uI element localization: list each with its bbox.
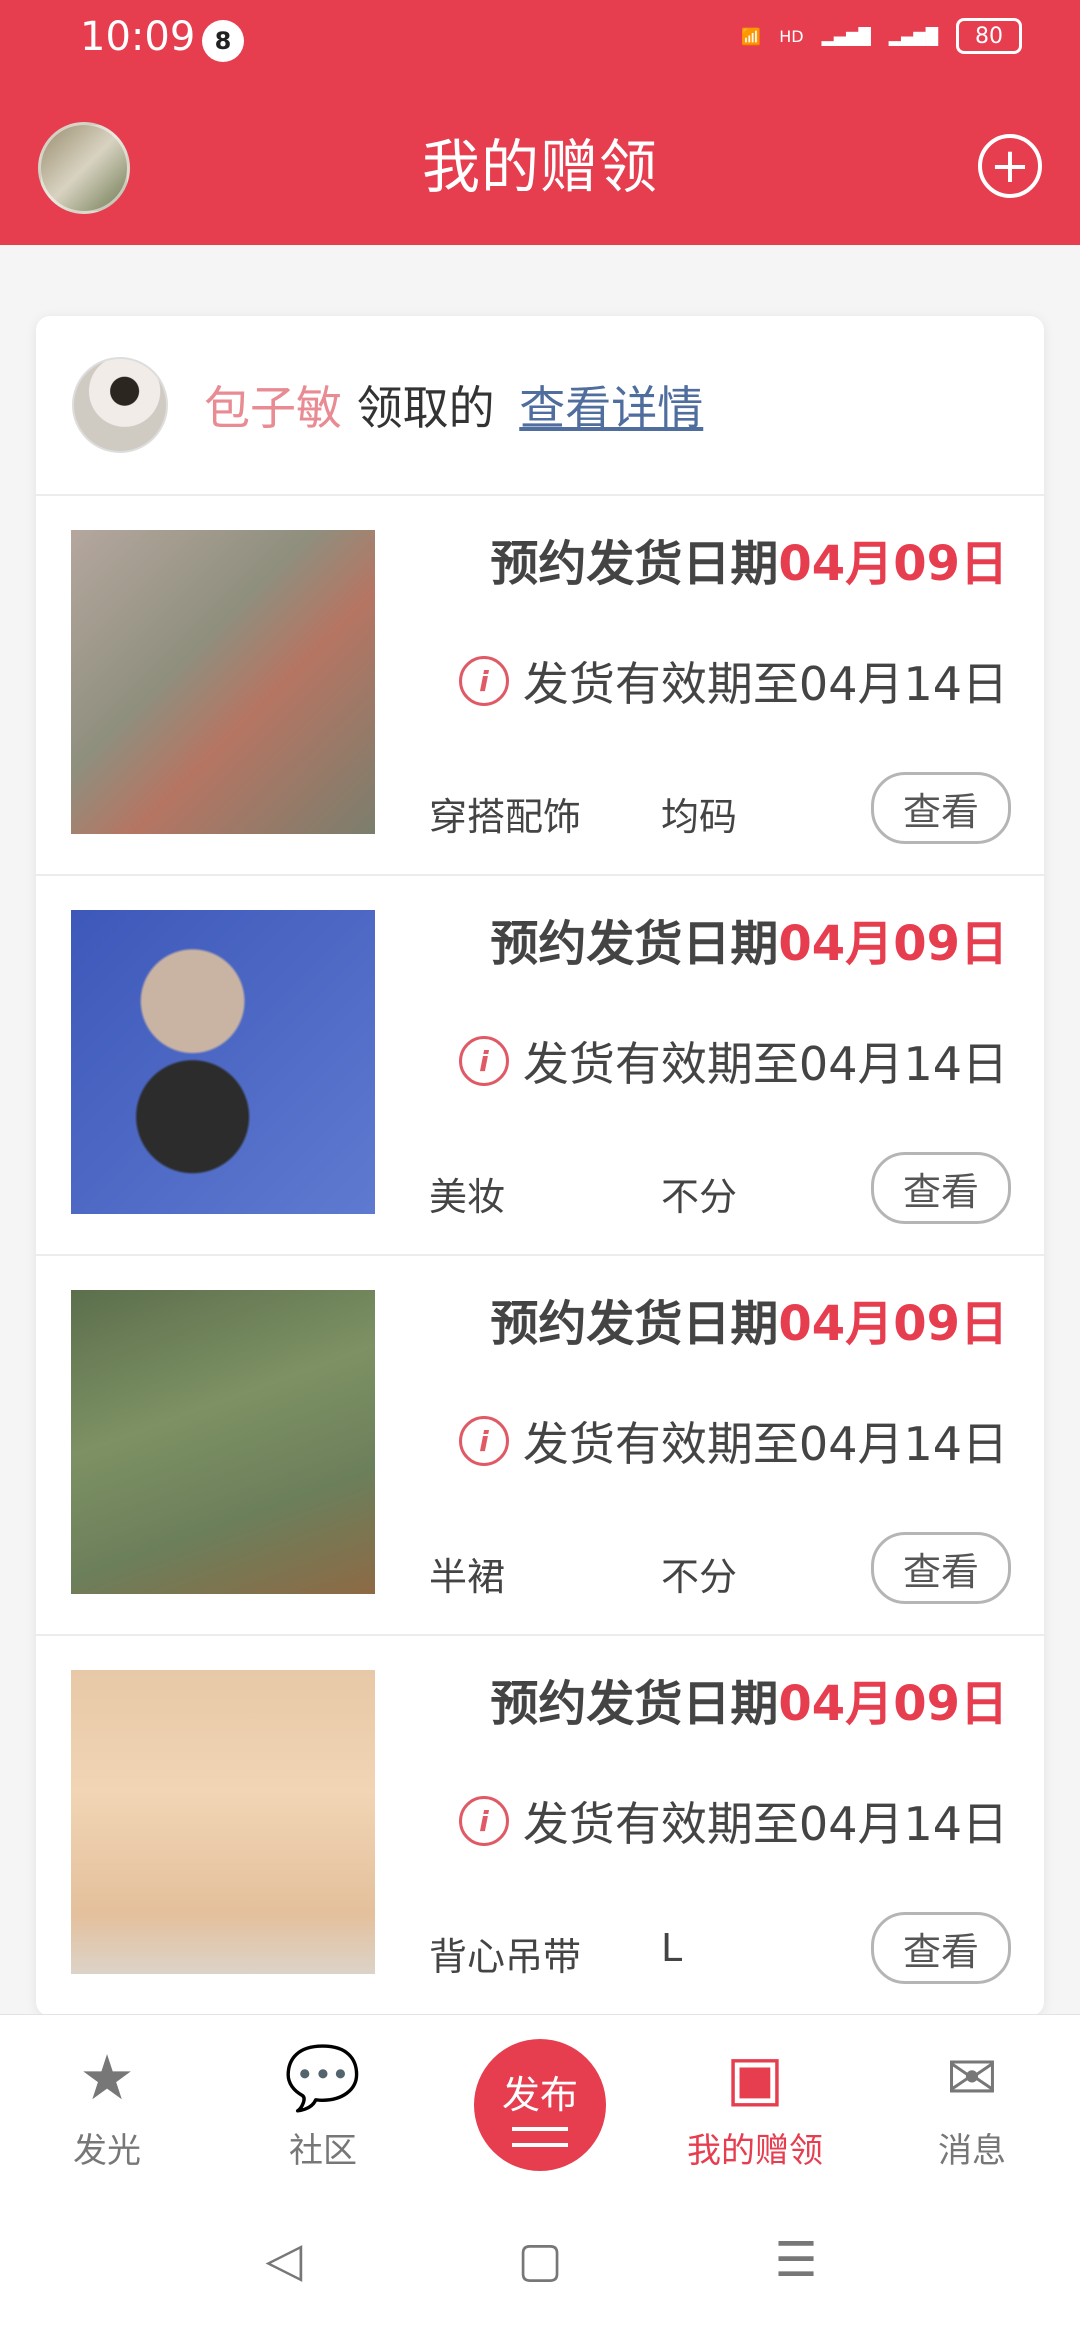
donor-avatar[interactable]	[72, 357, 168, 453]
claim-item[interactable]: 预约发货日期04月09日 i 发货有效期至04月14日 半裙 不分 查看	[36, 1256, 1044, 1636]
home-icon[interactable]: ▢	[508, 2228, 572, 2292]
info-icon: i	[458, 1416, 509, 1466]
battery-icon: 80	[956, 18, 1022, 54]
app-bar: 我的赠领 +	[0, 80, 1080, 245]
item-category: 半裙	[429, 1555, 506, 1599]
star-icon: ★	[79, 2041, 135, 2114]
item-thumbnail[interactable]	[71, 910, 375, 1214]
publish-icon	[512, 2126, 568, 2147]
item-size: 不分	[661, 1555, 738, 1599]
ship-date: 预约发货日期04月09日	[490, 1676, 1008, 1732]
back-icon[interactable]: ◁	[252, 2228, 316, 2292]
system-nav-bar: ◁ ▢ ☰	[0, 2174, 1080, 2340]
donor-name[interactable]: 包子敏	[204, 381, 342, 435]
donor-action: 领取的	[356, 381, 495, 435]
status-bar: 10:09 8 📶 HD ▂▄▆█ ▂▄▆█ 80	[0, 0, 1080, 80]
item-size: 不分	[661, 1175, 738, 1219]
item-size: 均码	[661, 795, 738, 839]
validity-text: i 发货有效期至04月14日	[458, 1028, 1008, 1094]
info-icon: i	[458, 1036, 509, 1086]
view-button[interactable]: 查看	[871, 1532, 1011, 1604]
view-button[interactable]: 查看	[871, 1152, 1011, 1224]
ship-date: 预约发货日期04月09日	[490, 1296, 1008, 1352]
item-thumbnail[interactable]	[71, 530, 375, 834]
notification-badge: 8	[202, 20, 244, 62]
validity-text: i 发货有效期至04月14日	[458, 648, 1008, 714]
page-title: 我的赠领	[421, 133, 658, 201]
publish-button[interactable]: 发布	[474, 2039, 606, 2171]
hd-icon: HD	[779, 26, 804, 46]
validity-text: i 发货有效期至04月14日	[458, 1408, 1008, 1474]
view-button[interactable]: 查看	[871, 772, 1011, 844]
claim-item[interactable]: 预约发货日期04月09日 i 发货有效期至04月14日 美妆 不分 查看	[36, 876, 1044, 1256]
bottom-tab-bar: ★ 发光 💬 社区 发布 ▣ 我的赠领 ✉ 消息	[0, 2014, 1080, 2175]
item-category: 美妆	[429, 1175, 506, 1219]
view-details-link[interactable]: 查看详情	[519, 381, 703, 435]
status-time: 10:09	[80, 14, 196, 60]
validity-text: i 发货有效期至04月14日	[458, 1788, 1008, 1854]
ship-date: 预约发货日期04月09日	[490, 536, 1008, 592]
add-button[interactable]: +	[978, 134, 1042, 198]
plus-icon: +	[989, 138, 1031, 194]
item-category: 穿搭配饰	[429, 795, 582, 839]
wifi-icon: 📶	[741, 26, 762, 46]
menu-icon[interactable]: ☰	[764, 2228, 828, 2292]
donor-row: 包子敏 领取的 查看详情	[36, 316, 1044, 496]
gift-icon: ▣	[725, 2041, 785, 2114]
item-category: 背心吊带	[429, 1935, 582, 1979]
view-button[interactable]: 查看	[871, 1912, 1011, 1984]
status-indicators: 📶 HD ▂▄▆█ ▂▄▆█ 80	[741, 18, 1022, 54]
donor-text: 包子敏 领取的 查看详情	[204, 372, 703, 438]
tab-my-claims[interactable]: ▣ 我的赠领	[685, 2043, 825, 2172]
claims-card: 包子敏 领取的 查看详情 预约发货日期04月09日 i 发货有效期至04月14日…	[36, 316, 1044, 2016]
ship-date: 预约发货日期04月09日	[490, 916, 1008, 972]
item-thumbnail[interactable]	[71, 1290, 375, 1594]
tab-glow[interactable]: ★ 发光	[37, 2043, 177, 2172]
mail-icon: ✉	[946, 2041, 998, 2114]
chat-icon: 💬	[284, 2041, 362, 2114]
tab-community[interactable]: 💬 社区	[253, 2043, 393, 2172]
item-thumbnail[interactable]	[71, 1670, 375, 1974]
signal-icon: ▂▄▆█	[821, 26, 871, 46]
info-icon: i	[458, 1796, 509, 1846]
battery-level: 80	[975, 23, 1003, 49]
item-size: L	[661, 1926, 683, 1970]
tab-messages[interactable]: ✉ 消息	[902, 2043, 1042, 2172]
claim-item[interactable]: 预约发货日期04月09日 i 发货有效期至04月14日 背心吊带 L 查看	[36, 1636, 1044, 2016]
signal-icon-2: ▂▄▆█	[888, 26, 938, 46]
info-icon: i	[458, 656, 509, 706]
claim-item[interactable]: 预约发货日期04月09日 i 发货有效期至04月14日 穿搭配饰 均码 查看	[36, 496, 1044, 876]
